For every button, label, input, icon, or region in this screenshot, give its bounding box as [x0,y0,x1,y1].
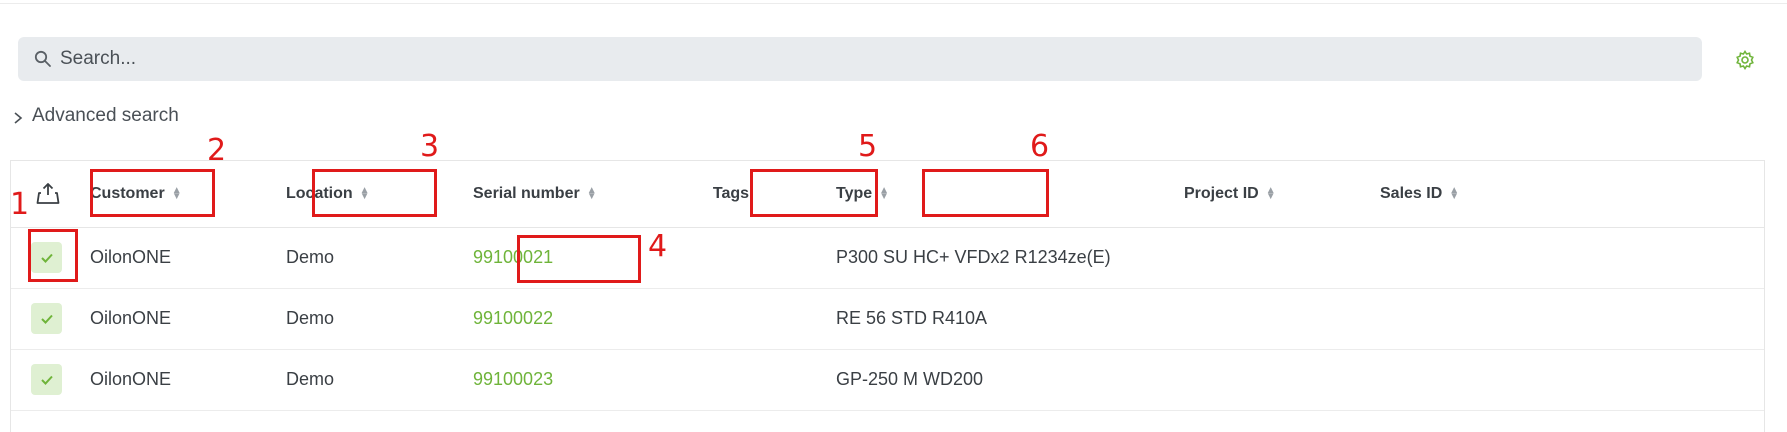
annotation-number-6: 6 [1030,129,1050,164]
annotation-number-4: 4 [648,229,668,264]
table-row[interactable]: OilonONE Demo 99100021 P300 SU HC+ VFDx2… [11,227,1764,289]
annotation-box-2 [90,169,215,217]
serial-number-link[interactable]: 99100022 [473,288,553,349]
annotation-box-4 [517,235,641,283]
annotation-number-1: 1 [10,187,30,222]
column-header-project-id[interactable]: Project ID ▲ ▼ [1184,161,1276,227]
settings-gear-icon[interactable] [1734,49,1756,71]
advanced-search-label: Advanced search [32,105,179,126]
serial-number-link[interactable]: 99100023 [473,349,553,410]
annotation-box-1 [28,229,78,282]
sort-icon: ▲ ▼ [586,185,597,202]
cell-type: GP-250 M WD200 [836,369,984,389]
column-header-serial-number[interactable]: Serial number ▲ ▼ [473,161,597,227]
advanced-search-toggle[interactable]: Advanced search [12,105,179,127]
cell-type: P300 SU HC+ VFDx2 R1234ze(E) [836,247,1111,267]
cell-customer: OilonONE [90,247,172,267]
annotation-number-3: 3 [420,129,440,164]
cell-customer: OilonONE [90,369,172,389]
row-checkbox[interactable] [31,364,62,395]
sort-icon: ▲ ▼ [879,185,890,202]
cell-type: RE 56 STD R410A [836,308,988,328]
annotation-number-2: 2 [207,133,227,168]
search-bar[interactable]: Search... [18,37,1702,81]
sort-icon: ▲ ▼ [1449,185,1460,202]
table-row[interactable]: OilonONE Demo 99100023 GP-250 M WD200 [11,349,1764,411]
annotation-box-6 [922,169,1049,217]
search-icon [32,48,54,70]
column-header-sales-id[interactable]: Sales ID ▲ ▼ [1380,161,1459,227]
cell-location: Demo [286,369,335,389]
export-icon[interactable] [35,161,61,227]
table-header: Customer ▲ ▼ Location ▲ ▼ Serial number ▲ ▼ Ta… [11,161,1764,228]
devices-table: Customer ▲ ▼ Location ▲ ▼ Serial number ▲ ▼ Ta… [10,160,1765,432]
chevron-right-icon [12,109,24,124]
annotation-number-5: 5 [858,129,878,164]
cell-location: Demo [286,247,335,267]
top-divider [0,3,1787,4]
search-input[interactable]: Search... [60,48,136,70]
sort-icon: ▲ ▼ [1265,185,1276,202]
table-row[interactable]: OilonONE Demo 99100022 RE 56 STD R410A [11,288,1764,350]
annotation-box-5 [750,169,878,217]
annotation-box-3 [312,169,437,217]
cell-customer: OilonONE [90,308,172,328]
cell-location: Demo [286,308,335,328]
row-checkbox[interactable] [31,303,62,334]
